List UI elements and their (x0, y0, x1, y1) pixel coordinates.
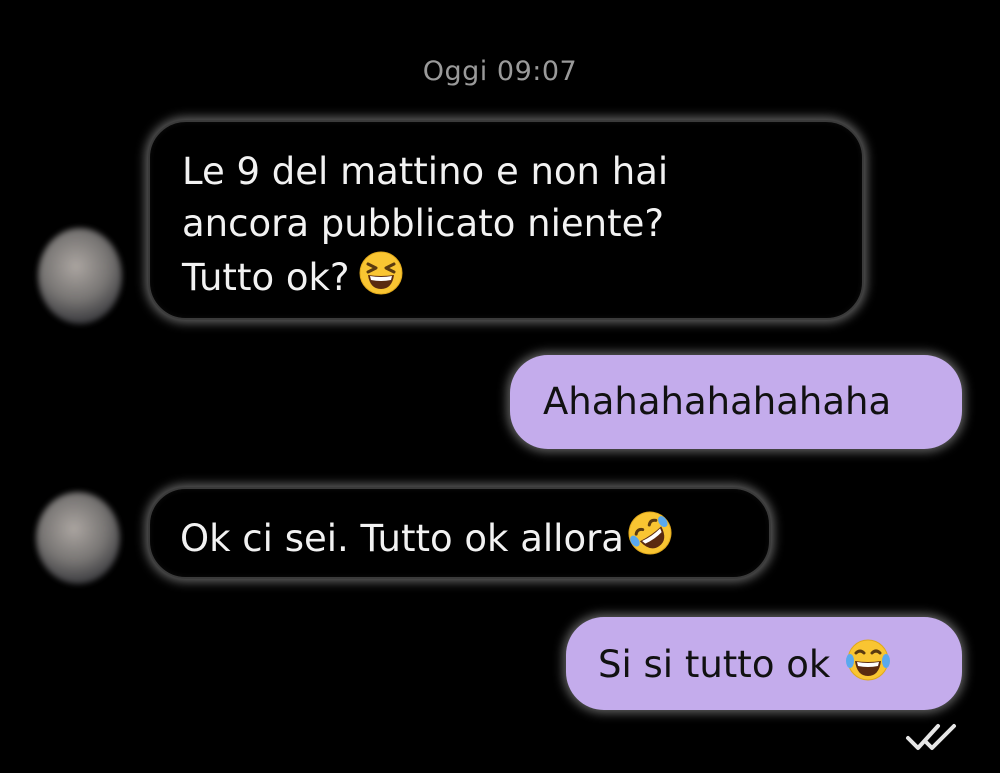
double-check-icon (904, 720, 962, 754)
message-text: Ok ci sei. Tutto ok allora (180, 517, 624, 560)
date-divider: Oggi 09:07 (422, 56, 578, 87)
face-with-tears-of-joy-icon (844, 637, 892, 697)
outgoing-message-bubble[interactable]: Ahahahahahahaha (510, 355, 962, 449)
message-text-line: Le 9 del mattino e non hai (182, 150, 669, 193)
incoming-message-bubble[interactable]: Le 9 del mattino e non hai ancora pubbli… (148, 120, 864, 320)
outgoing-message-bubble[interactable]: Si si tutto ok (566, 617, 962, 710)
grinning-squinting-face-icon (358, 250, 404, 310)
message-text-line: ancora pubblicato niente? (182, 202, 664, 245)
message-text: Ahahahahahahaha (543, 380, 892, 423)
message-text: Si si tutto ok (598, 643, 831, 686)
rolling-on-floor-laughing-face-icon (626, 509, 674, 571)
message-text-line: Tutto ok? (182, 250, 830, 310)
contact-avatar[interactable] (38, 228, 122, 324)
contact-avatar[interactable] (36, 492, 120, 584)
incoming-message-bubble[interactable]: Ok ci sei. Tutto ok allora (148, 487, 771, 579)
